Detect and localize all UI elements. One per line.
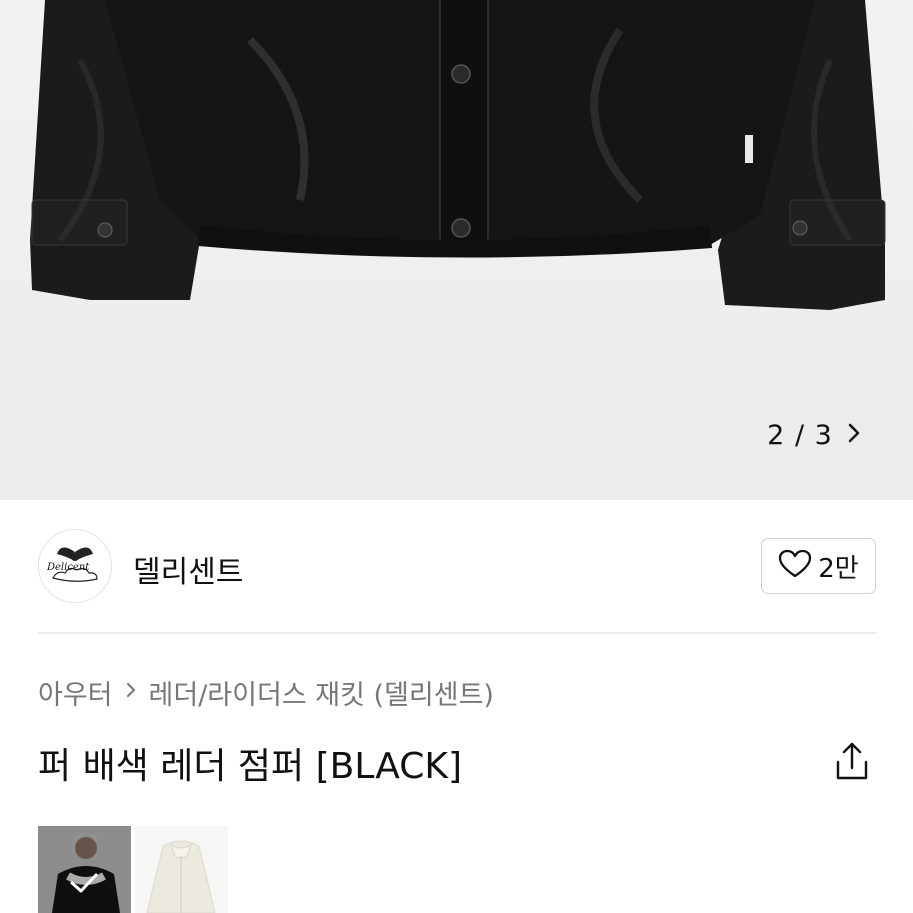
image-pager[interactable]: 2 / 3 (753, 407, 875, 463)
share-icon[interactable] (832, 740, 872, 784)
chevron-right-icon (125, 680, 137, 705)
image-counter: 2 / 3 (767, 420, 833, 451)
selected-overlay (38, 826, 131, 913)
breadcrumb-item-outer[interactable]: 아우터 (38, 673, 113, 712)
breadcrumb-item-category[interactable]: 레더/라이더스 재킷 (델리센트) (149, 673, 494, 712)
brand-logo-text: Delicent (47, 562, 90, 573)
heart-outline-icon (778, 549, 812, 583)
like-button[interactable]: 2만 (761, 538, 876, 594)
product-title: 퍼 배색 레더 점퍼 [BLACK] (38, 746, 463, 787)
brand-row: Delicent 델리센트 2만 (38, 529, 876, 605)
product-image-gallery[interactable]: 2 / 3 (0, 0, 913, 500)
checkmark-icon (69, 872, 99, 898)
chevron-right-icon[interactable] (847, 420, 861, 451)
color-option-ivory[interactable] (135, 826, 228, 913)
brand-logo[interactable]: Delicent (38, 529, 112, 603)
color-options (38, 826, 228, 913)
current-image-index: 2 (767, 419, 786, 451)
color-option-black[interactable] (38, 826, 131, 913)
divider (38, 632, 876, 634)
breadcrumb: 아우터 레더/라이더스 재킷 (델리센트) (38, 673, 494, 712)
brand-name[interactable]: 델리센트 (133, 547, 243, 591)
counter-separator: / (794, 419, 806, 451)
total-image-count: 3 (814, 419, 833, 451)
like-count: 2만 (818, 553, 859, 584)
